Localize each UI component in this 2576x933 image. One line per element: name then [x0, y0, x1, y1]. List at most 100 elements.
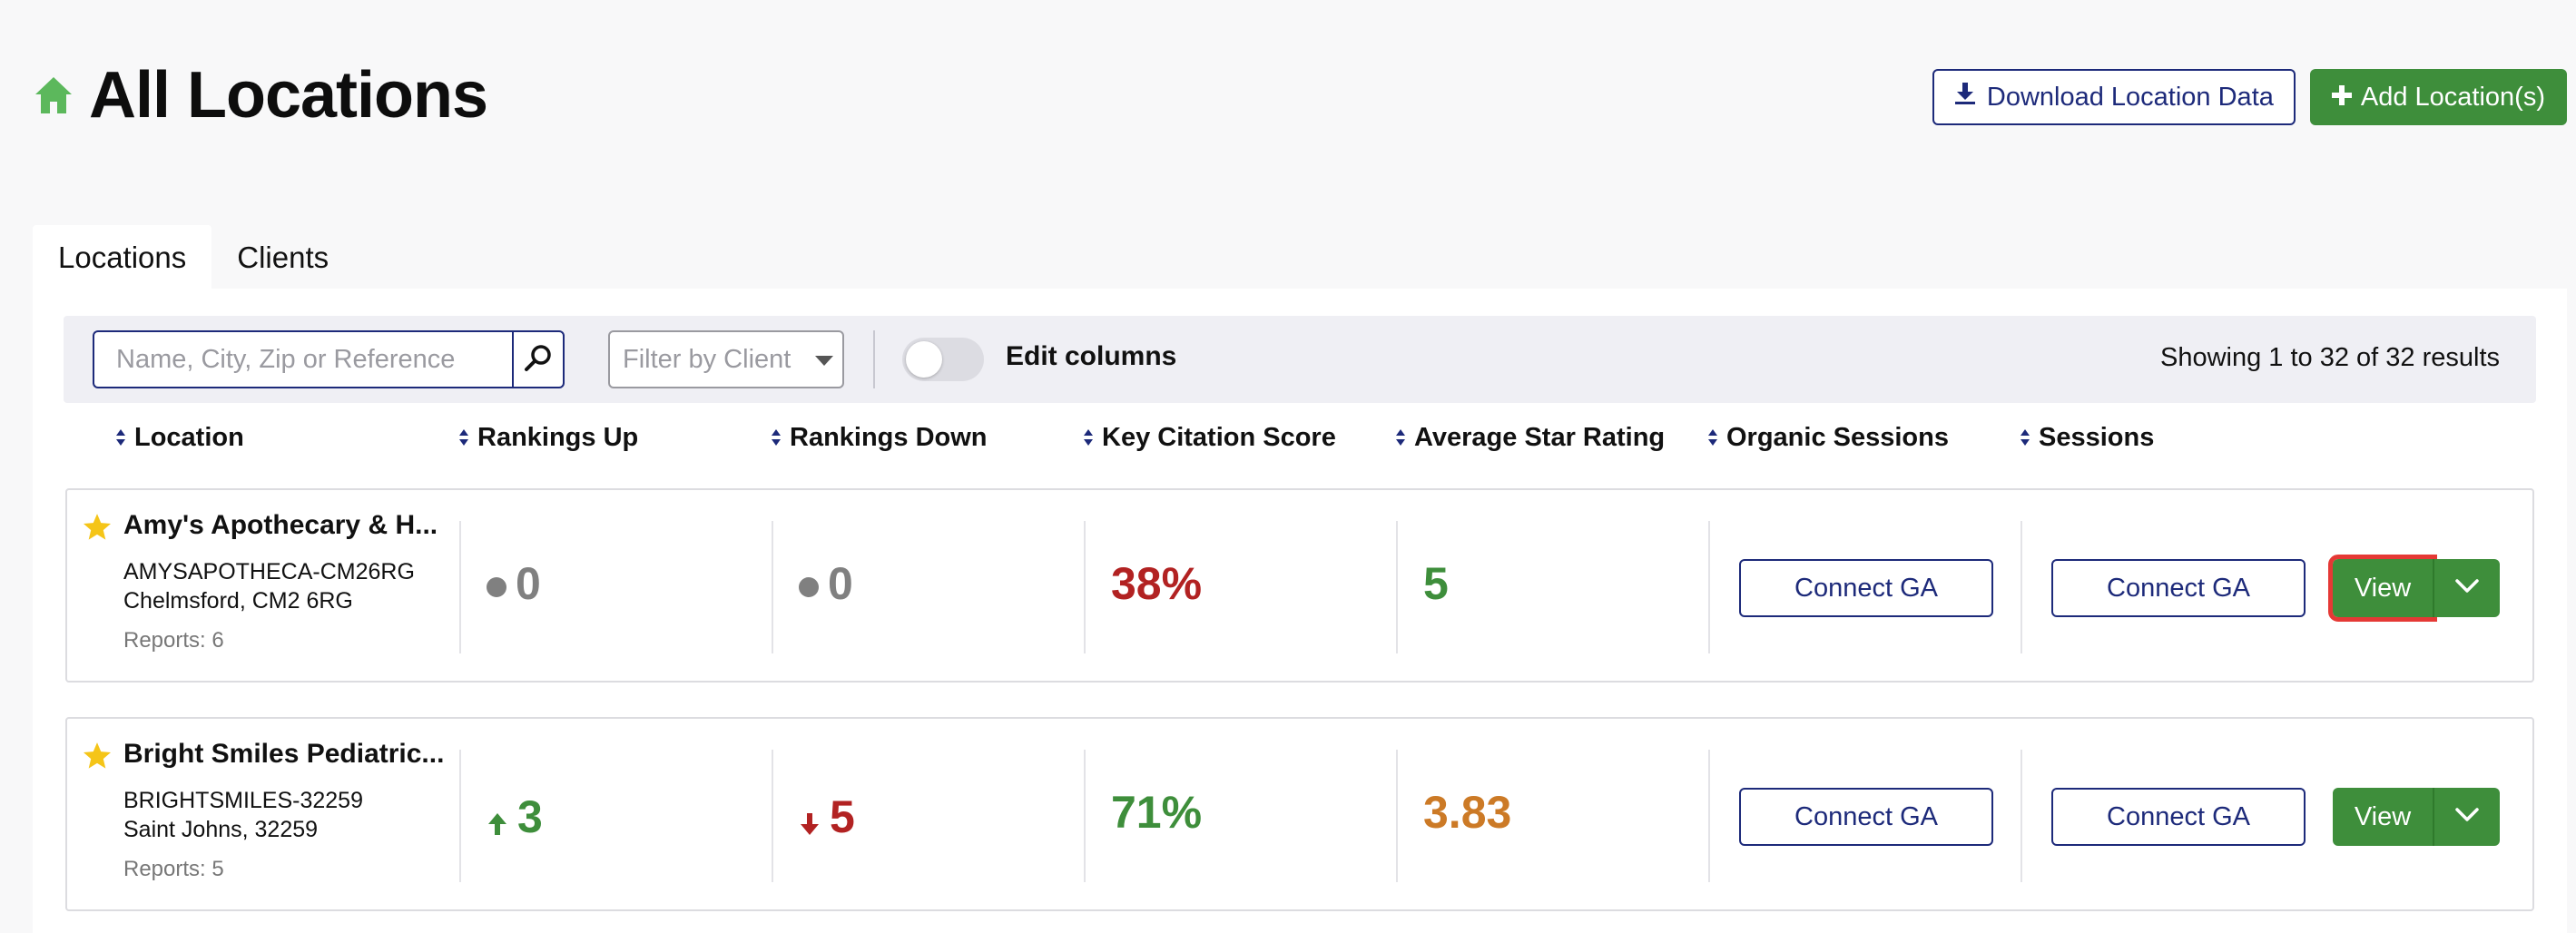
sort-icon	[459, 428, 468, 448]
rankings-down-value: 0	[799, 557, 853, 610]
view-button[interactable]: View	[2333, 788, 2433, 846]
page-title: All Locations	[89, 58, 487, 133]
average-star-rating-value: 5	[1423, 557, 1449, 610]
toolbar: Filter by Client Edit columns Showing 1 …	[64, 316, 2536, 403]
location-reference: AMYSAPOTHECA-CM26RG	[123, 559, 415, 585]
location-name[interactable]: Bright Smiles Pediatric...	[123, 739, 444, 770]
home-icon	[33, 74, 74, 116]
table-header: Location Rankings Up Rankings Down Key C…	[33, 423, 2567, 468]
column-label: Rankings Up	[477, 423, 638, 453]
tab-bar: Locations Clients	[33, 225, 354, 290]
rankings-up-value: 3	[487, 786, 543, 848]
arrow-up-icon	[487, 795, 508, 848]
organic-sessions-connect-ga-button[interactable]: Connect GA	[1739, 788, 1993, 846]
add-locations-button[interactable]: Add Location(s)	[2310, 69, 2567, 125]
column-header-sessions[interactable]: Sessions	[2020, 423, 2154, 453]
table-row: Amy's Apothecary & H... AMYSAPOTHECA-CM2…	[65, 488, 2534, 683]
arrow-down-icon	[799, 795, 821, 848]
cell-divider	[1708, 521, 1710, 653]
column-header-key-citation-score[interactable]: Key Citation Score	[1084, 423, 1336, 453]
search-input[interactable]	[93, 330, 512, 388]
sessions-connect-ga-button[interactable]: Connect GA	[2051, 559, 2306, 617]
chevron-down-icon	[815, 356, 833, 366]
location-reports: Reports: 6	[123, 628, 224, 653]
column-label: Organic Sessions	[1726, 423, 1949, 453]
cell-divider	[772, 750, 773, 882]
cell-divider	[1396, 521, 1398, 653]
cell-divider	[2020, 750, 2022, 882]
rankings-down-number: 5	[830, 791, 855, 843]
search-button[interactable]	[512, 330, 565, 388]
sort-icon	[116, 428, 125, 448]
plus-icon	[2332, 83, 2352, 113]
cell-divider	[1084, 521, 1086, 653]
sort-icon	[1084, 428, 1093, 448]
view-button[interactable]: View	[2333, 559, 2433, 617]
tab-locations[interactable]: Locations	[33, 225, 211, 290]
key-citation-score-value: 71%	[1111, 786, 1202, 839]
rankings-up-number: 0	[516, 557, 541, 610]
sort-icon	[772, 428, 781, 448]
cell-divider	[772, 521, 773, 653]
chevron-down-icon	[2454, 578, 2480, 599]
cell-divider	[1396, 750, 1398, 882]
cell-divider	[459, 521, 461, 653]
cell-divider	[1084, 750, 1086, 882]
view-button-group: View	[2333, 559, 2500, 617]
download-label: Download Location Data	[1987, 83, 2274, 113]
column-header-rankings-up[interactable]: Rankings Up	[459, 423, 638, 453]
edit-columns-toggle[interactable]	[902, 338, 984, 381]
sessions-connect-ga-button[interactable]: Connect GA	[2051, 788, 2306, 846]
sort-icon	[1708, 428, 1717, 448]
column-label: Sessions	[2039, 423, 2154, 453]
locations-panel: Filter by Client Edit columns Showing 1 …	[33, 289, 2567, 933]
location-name[interactable]: Amy's Apothecary & H...	[123, 510, 438, 541]
toggle-knob	[906, 341, 942, 378]
rankings-up-value: 0	[487, 557, 541, 610]
download-location-data-button[interactable]: Download Location Data	[1932, 69, 2296, 125]
column-label: Key Citation Score	[1102, 423, 1336, 453]
key-citation-score-value: 38%	[1111, 557, 1202, 610]
cell-divider	[2020, 521, 2022, 653]
table-row: Bright Smiles Pediatric... BRIGHTSMILES-…	[65, 717, 2534, 911]
location-city: Chelmsford, CM2 6RG	[123, 588, 353, 614]
filter-by-client-value: Filter by Client	[623, 345, 791, 375]
chevron-down-icon	[2454, 807, 2480, 828]
sort-icon	[2020, 428, 2030, 448]
column-label: Average Star Rating	[1414, 423, 1665, 453]
row-actions-dropdown-button[interactable]	[2433, 559, 2500, 617]
column-header-average-star-rating[interactable]: Average Star Rating	[1396, 423, 1665, 453]
location-reference: BRIGHTSMILES-32259	[123, 788, 363, 814]
cell-divider	[1708, 750, 1710, 882]
rankings-down-number: 0	[828, 557, 853, 610]
view-button-group: View	[2333, 788, 2500, 846]
row-actions-dropdown-button[interactable]	[2433, 788, 2500, 846]
column-label: Location	[134, 423, 244, 453]
cell-divider	[459, 750, 461, 882]
column-header-organic-sessions[interactable]: Organic Sessions	[1708, 423, 1949, 453]
rankings-up-number: 3	[517, 791, 543, 843]
search-icon	[524, 343, 553, 377]
neutral-dot-icon	[487, 577, 506, 597]
neutral-dot-icon	[799, 577, 819, 597]
tab-clients[interactable]: Clients	[211, 225, 354, 290]
download-icon	[1954, 82, 1976, 113]
edit-columns-label: Edit columns	[1006, 341, 1176, 372]
location-city: Saint Johns, 32259	[123, 817, 318, 843]
column-label: Rankings Down	[790, 423, 988, 453]
sort-icon	[1396, 428, 1405, 448]
column-header-location[interactable]: Location	[116, 423, 244, 453]
favorite-star-icon[interactable]	[82, 741, 113, 776]
page-header: All Locations	[33, 58, 487, 133]
results-count: Showing 1 to 32 of 32 results	[2160, 343, 2500, 373]
organic-sessions-connect-ga-button[interactable]: Connect GA	[1739, 559, 1993, 617]
favorite-star-icon[interactable]	[82, 512, 113, 547]
toolbar-divider	[873, 330, 875, 388]
average-star-rating-value: 3.83	[1423, 786, 1511, 839]
column-header-rankings-down[interactable]: Rankings Down	[772, 423, 988, 453]
filter-by-client-select[interactable]: Filter by Client	[608, 330, 844, 388]
add-locations-label: Add Location(s)	[2361, 83, 2545, 113]
header-actions: Download Location Data Add Location(s)	[1932, 69, 2567, 125]
rankings-down-value: 5	[799, 786, 855, 848]
location-reports: Reports: 5	[123, 857, 224, 882]
